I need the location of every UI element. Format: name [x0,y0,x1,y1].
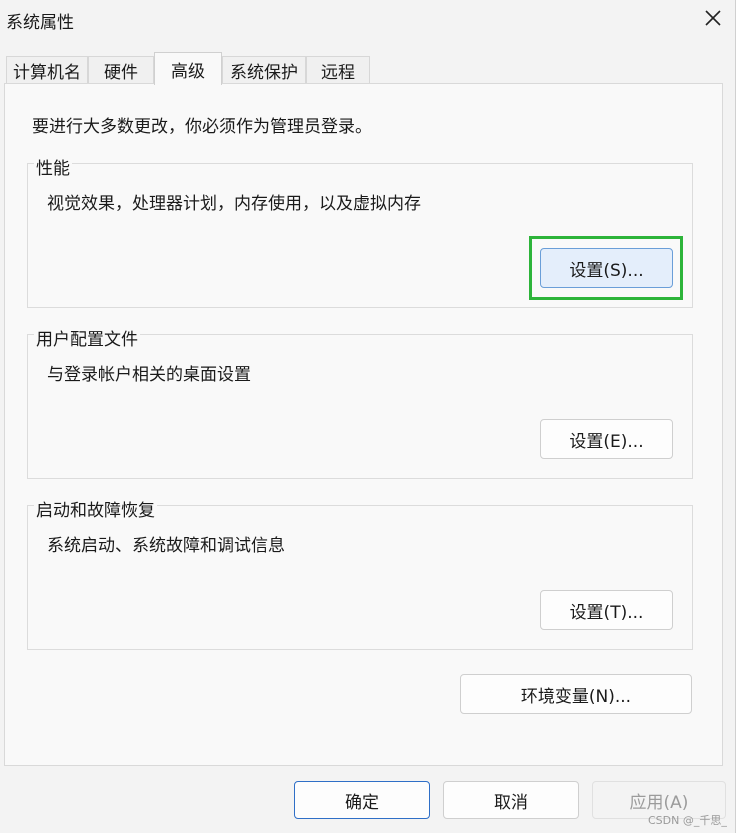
startup-recovery-title: 启动和故障恢复 [34,496,157,521]
user-profile-title: 用户配置文件 [34,325,140,350]
tab-remote[interactable]: 远程 [306,56,370,84]
tab-system-protection[interactable]: 系统保护 [222,56,306,84]
window-title: 系统属性 [6,13,74,33]
environment-variables-button[interactable]: 环境变量(N)... [460,674,692,714]
admin-notice: 要进行大多数更改，你必须作为管理员登录。 [32,117,372,137]
startup-recovery-settings-button[interactable]: 设置(T)... [540,590,673,630]
tab-strip: 计算机名 硬件 高级 系统保护 远程 [0,52,735,85]
tab-hardware[interactable]: 硬件 [88,56,154,84]
performance-title: 性能 [34,154,72,179]
title-bar: 系统属性 [0,0,735,36]
watermark: CSDN @_千思_ [648,814,727,827]
startup-recovery-desc: 系统启动、系统故障和调试信息 [47,536,285,556]
close-icon [705,10,721,26]
ok-button[interactable]: 确定 [294,781,430,819]
cancel-button[interactable]: 取消 [443,781,579,819]
close-button[interactable] [696,4,730,32]
user-profile-desc: 与登录帐户相关的桌面设置 [47,365,251,385]
performance-settings-button[interactable]: 设置(S)... [540,248,673,288]
background-window-edge [735,0,745,833]
tab-computer-name[interactable]: 计算机名 [6,56,88,84]
performance-desc: 视觉效果，处理器计划，内存使用，以及虚拟内存 [47,194,421,214]
user-profile-settings-button[interactable]: 设置(E)... [540,419,673,459]
tab-advanced[interactable]: 高级 [154,52,222,85]
system-properties-window: 系统属性 计算机名 硬件 高级 系统保护 远程 要进行大多数更改，你必须作为管理… [0,0,735,833]
